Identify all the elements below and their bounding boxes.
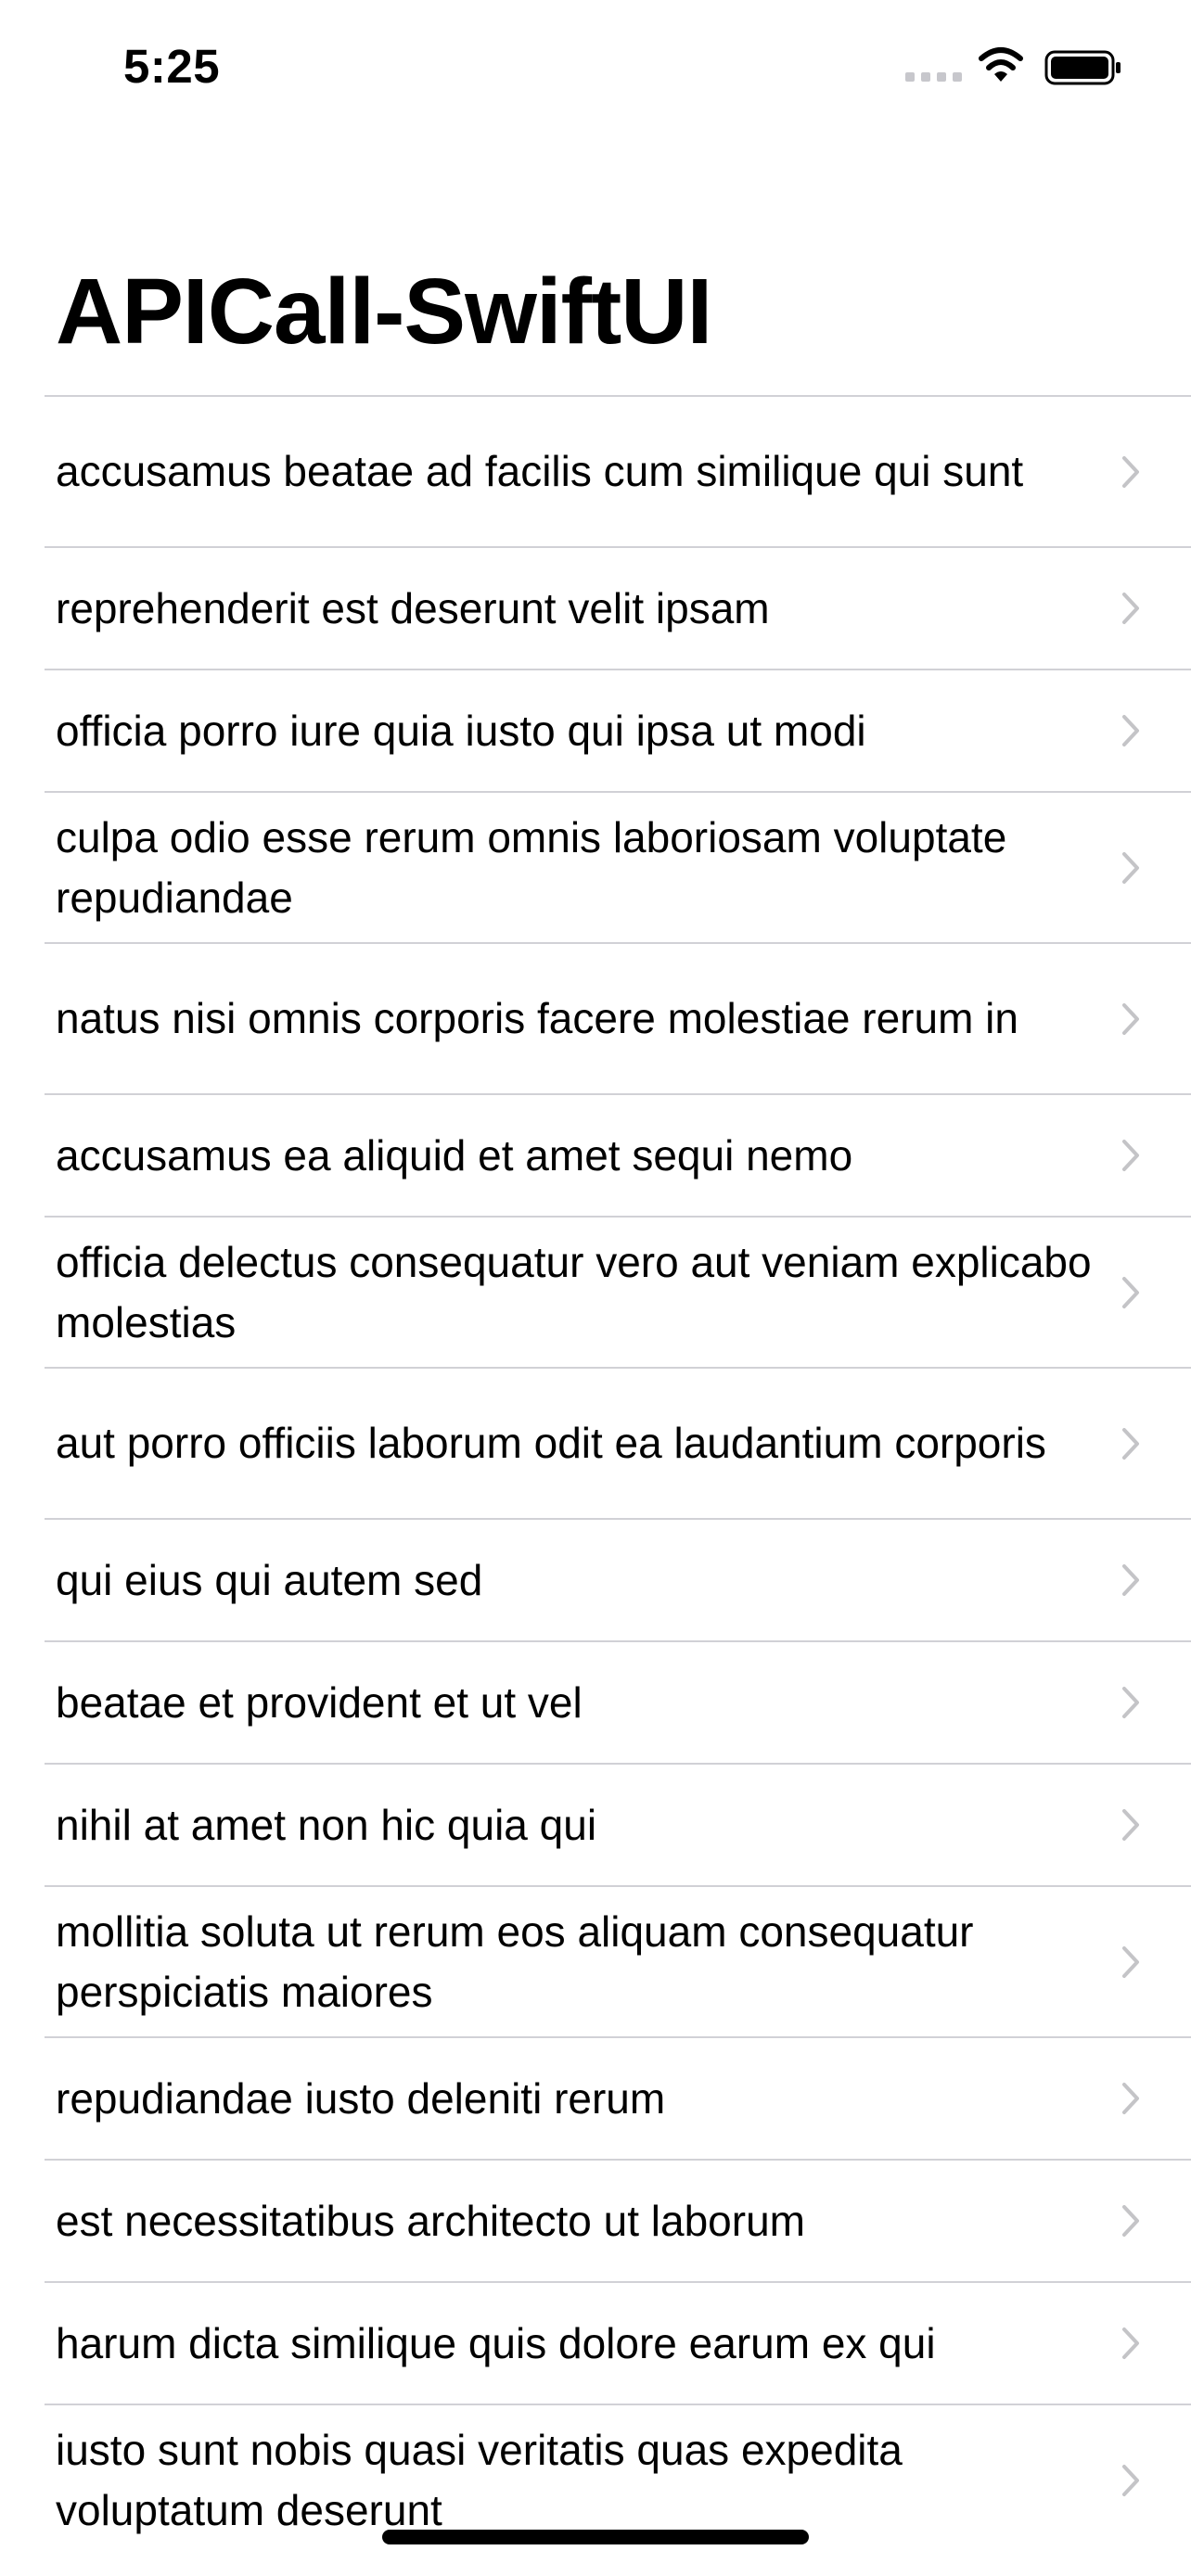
status-bar: 5:25 bbox=[0, 0, 1191, 139]
chevron-right-icon bbox=[1122, 1140, 1139, 1171]
list-item-label: iusto sunt nobis quasi veritatis quas ex… bbox=[56, 2425, 903, 2534]
list-item[interactable]: beatae et provident et ut vel bbox=[45, 1640, 1191, 1763]
home-indicator[interactable] bbox=[382, 2530, 809, 2544]
list-item-label: repudiandae iusto deleniti rerum bbox=[56, 2073, 666, 2123]
chevron-right-icon bbox=[1122, 715, 1139, 746]
status-time: 5:25 bbox=[123, 40, 221, 93]
list-item-label: mollitia soluta ut rerum eos aliquam con… bbox=[56, 1906, 974, 2016]
chevron-right-icon bbox=[1122, 1002, 1139, 1035]
chevron-right-icon bbox=[1122, 1687, 1139, 1718]
list-item[interactable]: qui eius qui autem sed bbox=[45, 1518, 1191, 1640]
list-item-label: harum dicta similique quis dolore earum … bbox=[56, 2318, 936, 2367]
chevron-right-icon bbox=[1122, 851, 1139, 884]
chevron-right-icon bbox=[1122, 1564, 1139, 1596]
list-item-label: nihil at amet non hic quia qui bbox=[56, 1800, 597, 1849]
list-item[interactable]: repudiandae iusto deleniti rerum bbox=[45, 2036, 1191, 2159]
list-item-label: beatae et provident et ut vel bbox=[56, 1677, 583, 1727]
list-item[interactable]: officia porro iure quia iusto qui ipsa u… bbox=[45, 669, 1191, 791]
list-item-label: officia delectus consequatur vero aut ve… bbox=[56, 1237, 1092, 1346]
chevron-right-icon bbox=[1122, 593, 1139, 624]
list-item-label: reprehenderit est deserunt velit ipsam bbox=[56, 583, 770, 632]
list-item-label: accusamus ea aliquid et amet sequi nemo bbox=[56, 1130, 853, 1180]
list-item[interactable]: reprehenderit est deserunt velit ipsam bbox=[45, 546, 1191, 669]
list-item[interactable]: natus nisi omnis corporis facere molesti… bbox=[45, 942, 1191, 1093]
list-item[interactable]: officia delectus consequatur vero aut ve… bbox=[45, 1216, 1191, 1367]
chevron-right-icon bbox=[1122, 2327, 1139, 2359]
list-item[interactable]: accusamus ea aliquid et amet sequi nemo bbox=[45, 1093, 1191, 1216]
chevron-right-icon bbox=[1122, 1427, 1139, 1460]
cellular-signal-icon bbox=[905, 72, 962, 82]
list-item[interactable]: mollitia soluta ut rerum eos aliquam con… bbox=[45, 1885, 1191, 2036]
chevron-right-icon bbox=[1122, 1276, 1139, 1308]
list-item-label: natus nisi omnis corporis facere molesti… bbox=[56, 994, 1018, 1042]
chevron-right-icon bbox=[1122, 1809, 1139, 1841]
list-item[interactable]: culpa odio esse rerum omnis laboriosam v… bbox=[45, 791, 1191, 942]
list-item-label: culpa odio esse rerum omnis laboriosam v… bbox=[56, 812, 1007, 922]
list-item[interactable]: aut porro officiis laborum odit ea lauda… bbox=[45, 1367, 1191, 1518]
item-list: accusamus beatae ad facilis cum similiqu… bbox=[45, 395, 1191, 2555]
list-item[interactable]: est necessitatibus architecto ut laborum bbox=[45, 2159, 1191, 2281]
chevron-right-icon bbox=[1122, 2083, 1139, 2114]
list-item-label: est necessitatibus architecto ut laborum bbox=[56, 2196, 805, 2245]
list-item[interactable]: accusamus beatae ad facilis cum similiqu… bbox=[45, 395, 1191, 546]
list-item-label: qui eius qui autem sed bbox=[56, 1555, 483, 1604]
battery-icon bbox=[1044, 50, 1121, 85]
list-item-label: accusamus beatae ad facilis cum similiqu… bbox=[56, 447, 1024, 495]
chevron-right-icon bbox=[1122, 2464, 1139, 2496]
list-item-label: officia porro iure quia iusto qui ipsa u… bbox=[56, 706, 866, 755]
chevron-right-icon bbox=[1122, 1945, 1139, 1978]
chevron-right-icon bbox=[1122, 455, 1139, 488]
list-item[interactable]: harum dicta similique quis dolore earum … bbox=[45, 2281, 1191, 2404]
wifi-icon bbox=[979, 47, 1023, 82]
chevron-right-icon bbox=[1122, 2205, 1139, 2237]
page-title: APICall-SwiftUI bbox=[56, 260, 712, 363]
list-item-label: aut porro officiis laborum odit ea lauda… bbox=[56, 1419, 1046, 1467]
list-item[interactable]: nihil at amet non hic quia qui bbox=[45, 1763, 1191, 1885]
